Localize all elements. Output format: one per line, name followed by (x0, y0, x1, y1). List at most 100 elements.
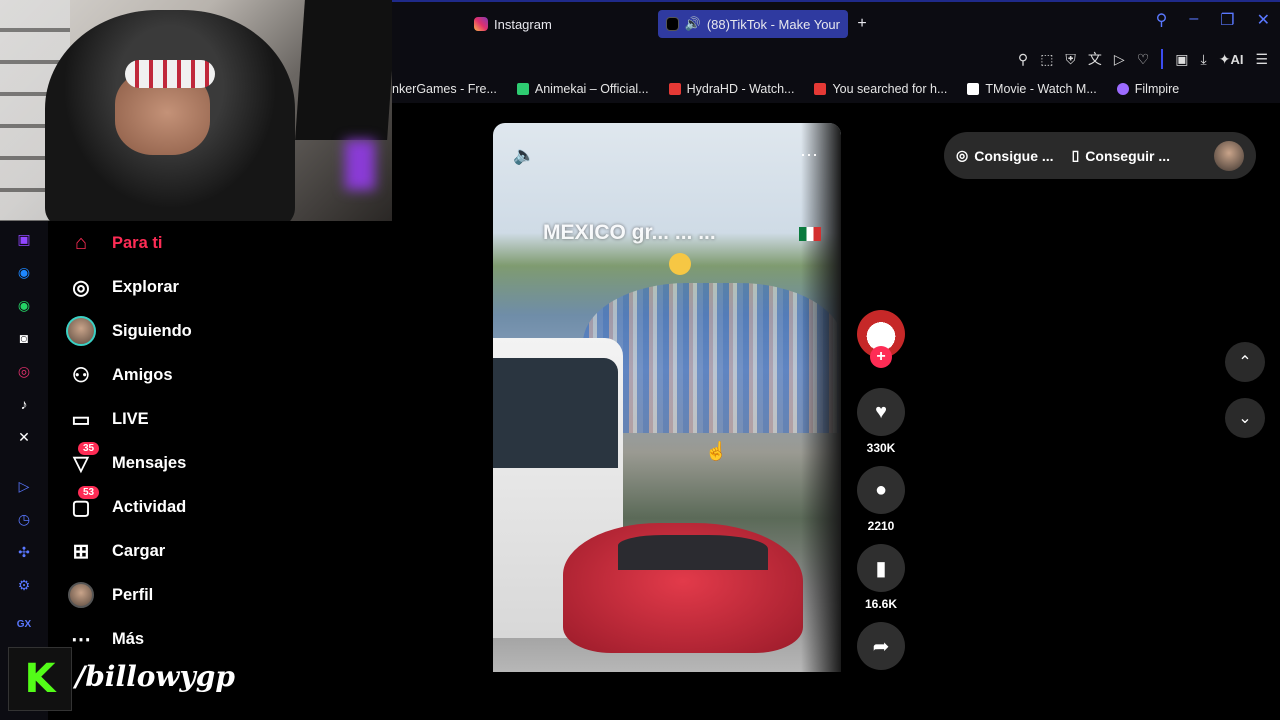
ai-label: AI (1230, 51, 1244, 67)
instagram-icon[interactable]: ◎ (15, 362, 33, 380)
bookmark-hydrahd[interactable]: HydraHD - Watch... (668, 82, 795, 96)
bookmark-label: HydraHD - Watch... (686, 82, 795, 96)
get-app-button[interactable]: ▯ Conseguir ... (1072, 147, 1171, 164)
nav-item-cargar[interactable]: ⊞ Cargar (66, 535, 166, 567)
tab-tiktok[interactable]: 🔊 (88)TikTok - Make Your (658, 10, 848, 38)
ai-button[interactable]: ✦AI (1219, 51, 1244, 68)
nav-item-actividad[interactable]: ▢ 53 Actividad (66, 486, 186, 523)
settings-icon[interactable]: ⚙ (15, 576, 33, 594)
animekai-icon (516, 83, 529, 95)
pill-label: Conseguir ... (1085, 147, 1171, 164)
live-icon: ▭ (71, 408, 91, 431)
heart-icon[interactable]: ♡ (1137, 51, 1150, 68)
next-video-button[interactable]: ⌄ (1225, 398, 1265, 438)
messages-badge: 35 (78, 442, 100, 455)
compass-icon: ◎ (72, 276, 90, 299)
video-bus-window (493, 358, 618, 468)
bookmark-search[interactable]: You searched for h... (814, 82, 947, 96)
nav-label: LIVE (112, 409, 149, 428)
maximize-button[interactable]: ❐ (1220, 10, 1234, 30)
extension-icon[interactable]: ▣ (1175, 51, 1188, 68)
more-options-icon[interactable]: ⋯ (800, 145, 819, 166)
activity-badge: 53 (78, 486, 100, 499)
webcam-monitor (295, 0, 392, 140)
nav-item-siguiendo[interactable]: Siguiendo (66, 315, 192, 347)
phone-icon: ▯ (1071, 147, 1080, 163)
user-avatar[interactable] (1214, 140, 1244, 171)
nav-label: Siguiendo (112, 321, 192, 340)
tab-label: Instagram (494, 16, 552, 32)
get-app-pill: ◎ Consigue ... ▯ Conseguir ... (944, 132, 1256, 179)
comment-icon: ● (874, 478, 888, 501)
history-icon[interactable]: ◷ (15, 510, 33, 528)
profile-avatar (66, 580, 96, 610)
nav-label: Más (112, 629, 145, 648)
nav-item-para-ti[interactable]: ⌂ Para ti (66, 227, 163, 259)
nav-item-mensajes[interactable]: ▽ 35 Mensajes (66, 442, 186, 479)
mute-icon[interactable]: 🔈 (513, 145, 535, 166)
shield-icon[interactable]: ⛨ (1065, 51, 1076, 68)
toolbar-separator (1161, 49, 1164, 69)
nav-item-live[interactable]: ▭ LIVE (66, 403, 149, 435)
send-icon[interactable]: ▷ (1114, 51, 1125, 68)
streamer-handle: /billowygp (75, 660, 235, 693)
minimize-button[interactable]: – (1189, 10, 1198, 30)
webcam-overlay (0, 0, 392, 221)
share-button[interactable]: ➦ (857, 622, 905, 670)
twitch-icon[interactable]: ▣ (15, 230, 33, 248)
bookmark-filmpire[interactable]: Filmpire (1116, 82, 1180, 96)
download-icon[interactable]: ⤓ (1201, 51, 1207, 68)
messages-icon: ▽ 35 (66, 442, 100, 478)
video-shadow (801, 123, 841, 672)
nav-item-perfil[interactable]: Perfil (66, 579, 153, 611)
nav-label: Para ti (112, 233, 163, 252)
new-tab-button[interactable]: + (852, 10, 872, 38)
gx-label[interactable]: GX (15, 616, 33, 634)
comment-count: 2210 (867, 519, 895, 533)
extensions-icon[interactable]: ✣ (15, 543, 33, 561)
follow-button[interactable]: + (870, 346, 892, 368)
get-coins-button[interactable]: ◎ Consigue ... (956, 147, 1054, 164)
speaker-icon[interactable]: 🔊 (685, 16, 701, 32)
pin-icon[interactable]: ⚲ (1018, 51, 1028, 68)
video-player[interactable]: 🔈 ⋯ MEXICO gr... ... ... ☝ (493, 123, 841, 672)
video-caption: MEXICO gr... ... ... (543, 221, 716, 244)
previous-video-button[interactable]: ⌃ (1225, 342, 1265, 382)
filmpire-icon (1116, 83, 1129, 95)
bookmark-label: Filmpire (1134, 82, 1180, 96)
x-icon[interactable]: ✕ (15, 428, 33, 446)
bookmark-animekai[interactable]: Animekai – Official... (516, 82, 649, 96)
nav-item-explorar[interactable]: ◎ Explorar (66, 271, 179, 303)
ai-sparkle-icon: ✦ (1218, 50, 1231, 67)
close-button[interactable]: ✕ (1257, 10, 1270, 30)
like-button[interactable]: ♥ (857, 388, 905, 436)
tiktok-icon[interactable]: ♪ (15, 395, 33, 413)
kick-logo: K (8, 647, 72, 711)
browser-toolbar: ⚲ ⬚ ⛨ 文 ▷ ♡ ▣ ⤓ ✦AI ☰ (392, 45, 1280, 75)
translate-icon[interactable]: 文 (1088, 49, 1102, 69)
browser-sidebar: ▣ ◉ ◉ ◙ ◎ ♪ ✕ ▷ ◷ ✣ ⚙ GX (0, 221, 48, 720)
tab-instagram[interactable]: Instagram (466, 10, 560, 38)
save-button[interactable]: ▮ (857, 544, 905, 592)
chevron-down-icon: ⌄ (1238, 410, 1252, 427)
nav-item-amigos[interactable]: ⚇ Amigos (66, 359, 173, 391)
window-controls: ⚲ – ❐ ✕ (1156, 10, 1270, 30)
comment-button[interactable]: ● (857, 466, 905, 514)
tmovie-icon (967, 83, 980, 95)
avatar (68, 582, 94, 608)
search-icon[interactable]: ⚲ (1156, 10, 1168, 30)
player-icon[interactable]: ▷ (15, 477, 33, 495)
bookmark-label: nkerGames - Fre... (392, 82, 497, 96)
messenger-icon[interactable]: ◉ (15, 263, 33, 281)
discord-icon[interactable]: ◙ (15, 329, 33, 347)
hand-cursor-icon: ☝ (705, 441, 728, 461)
whatsapp-icon[interactable]: ◉ (15, 296, 33, 314)
bookmark-pokergames[interactable]: nkerGames - Fre... (392, 82, 497, 96)
bookmark-tmovie[interactable]: TMovie - Watch M... (967, 82, 1097, 96)
screenshot-icon[interactable]: ⬚ (1040, 51, 1053, 68)
nav-item-mas[interactable]: ⋯ Más (66, 623, 144, 655)
menu-icon[interactable]: ☰ (1255, 51, 1268, 68)
nav-label: Amigos (112, 365, 173, 384)
share-icon: ➦ (872, 635, 890, 658)
avatar (66, 316, 96, 346)
